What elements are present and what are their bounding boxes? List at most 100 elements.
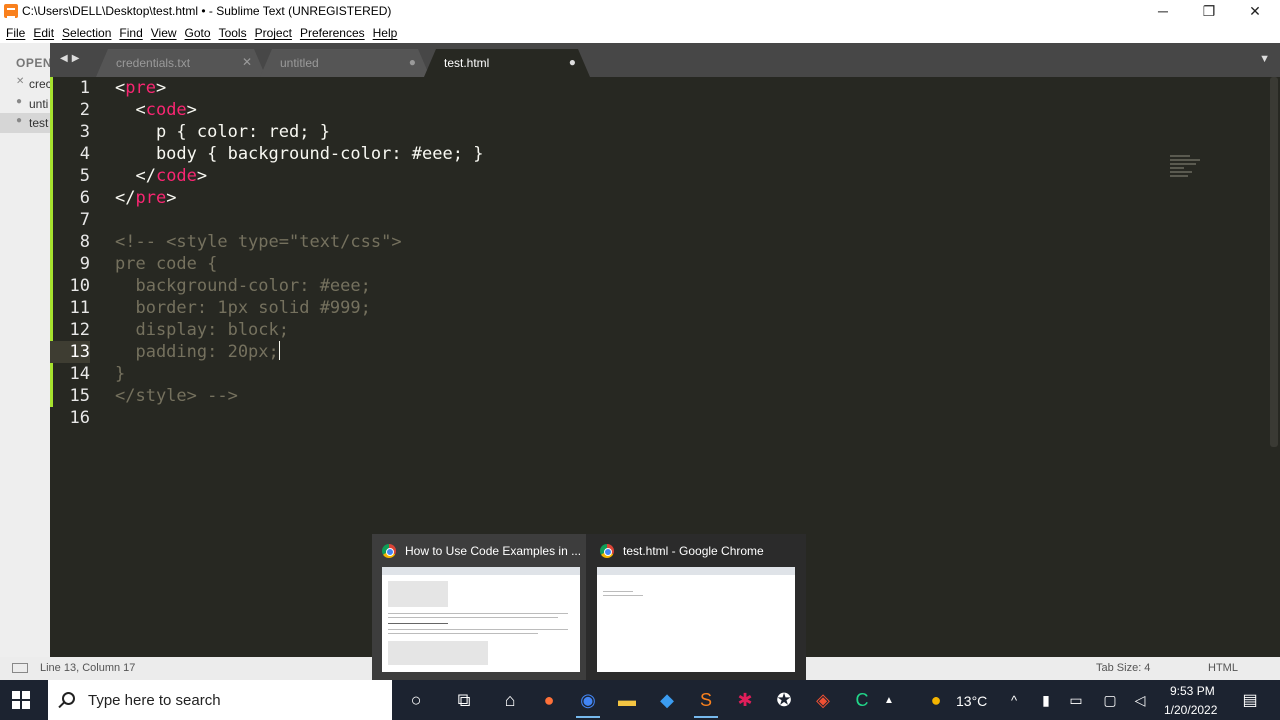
sublime-text-icon — [4, 4, 18, 18]
menu-file[interactable]: File — [4, 23, 31, 43]
code-line[interactable]: 11 border: 1px solid #999; — [50, 297, 1150, 319]
menu-selection[interactable]: Selection — [60, 23, 117, 43]
git-icon[interactable]: ◈ — [809, 686, 837, 714]
sublime-text-taskbar-icon[interactable]: S — [692, 686, 720, 718]
code-token: </ — [115, 166, 156, 186]
maximize-button[interactable]: ❐ — [1186, 0, 1232, 23]
clock-date[interactable]: 1/20/2022 — [1164, 703, 1217, 717]
code-token: code — [155, 166, 197, 186]
code-line[interactable]: 15 </style> --> — [50, 385, 1150, 407]
syntax-mode[interactable]: HTML — [1208, 662, 1238, 674]
code-line[interactable]: 16 — [50, 407, 1150, 429]
clock-time[interactable]: 9:53 PM — [1170, 684, 1215, 698]
sidebar-file-untitled[interactable]: ● unti — [0, 94, 50, 114]
code-token: pre code { — [115, 254, 218, 274]
code-line[interactable]: 5 </code> — [50, 165, 1150, 187]
code-line[interactable]: 2 <code> — [50, 99, 1150, 121]
thumbnail-title: test.html - Google Chrome — [623, 544, 764, 558]
code-text: background-color: #eee; — [115, 275, 370, 297]
task-view-icon[interactable]: ⧉ — [450, 686, 478, 714]
notification-icon[interactable]: ▤ — [1236, 686, 1264, 714]
search-input[interactable] — [88, 680, 378, 720]
network-app-icon[interactable]: ⌂ — [496, 686, 524, 714]
code-line[interactable]: 7 — [50, 209, 1150, 231]
menu-preferences[interactable]: Preferences — [298, 23, 371, 43]
app-icon[interactable]: ✪ — [770, 686, 798, 714]
code-text: pre code { — [115, 253, 217, 275]
file-explorer-icon[interactable]: ▬ — [613, 686, 641, 714]
code-text: border: 1px solid #999; — [115, 297, 370, 319]
code-line[interactable]: 4 body { background-color: #eee; } — [50, 143, 1150, 165]
code-line[interactable]: 8 <!-- <style type="text/css"> — [50, 231, 1150, 253]
volume-icon[interactable]: ◁ — [1126, 686, 1154, 714]
thumbnail-test-html[interactable]: test.html - Google Chrome — [590, 534, 804, 680]
line-number: 12 — [69, 320, 90, 340]
slack-icon[interactable]: ✱ — [731, 686, 759, 714]
code-token: <!-- <style type="text/css"> — [115, 232, 402, 252]
menu-tools[interactable]: Tools — [217, 23, 253, 43]
chrome-taskbar-icon[interactable]: ◉ — [574, 686, 602, 718]
code-token: } — [115, 364, 126, 384]
minimize-button[interactable]: ─ — [1140, 0, 1186, 23]
code-line[interactable]: 13 padding: 20px; — [50, 341, 1150, 363]
pycharm-icon[interactable]: C — [848, 686, 876, 714]
line-number: 1 — [79, 78, 90, 98]
code-token: padding: 20px; — [115, 342, 279, 362]
thumbnail-code-examples[interactable]: How to Use Code Examples in ... — [372, 534, 586, 680]
code-token: > — [166, 188, 177, 208]
vscode-icon[interactable]: ◆ — [653, 686, 681, 714]
code-line[interactable]: 3 p { color: red; } — [50, 121, 1150, 143]
chevron-up-icon[interactable]: ^ — [1000, 686, 1028, 714]
sidebar: OPEN ✕ crec ● unti ● test — [0, 43, 50, 657]
menu-bar: File Edit Selection Find View Goto Tools… — [0, 23, 1280, 43]
tab-modified-icon[interactable]: ● — [409, 55, 416, 69]
menu-view[interactable]: View — [149, 23, 183, 43]
close-button[interactable]: ✕ — [1232, 0, 1278, 23]
minimap[interactable] — [1170, 155, 1210, 185]
weather-temperature[interactable]: 13°C — [956, 693, 987, 709]
menu-find[interactable]: Find — [117, 23, 148, 43]
sidebar-file-credentials[interactable]: ✕ crec — [0, 74, 50, 94]
tab-label: untitled — [280, 56, 319, 70]
line-number: 6 — [79, 188, 90, 208]
cortana-icon[interactable]: ○ — [402, 686, 430, 714]
taskbar-scroll-icon[interactable]: ▲ — [880, 686, 898, 714]
line-number: 15 — [69, 386, 90, 406]
code-line[interactable]: 1 <pre> — [50, 77, 1150, 99]
tab-credentials[interactable]: credentials.txt ✕ — [96, 49, 266, 77]
menu-project[interactable]: Project — [253, 23, 298, 43]
window-title: C:\Users\DELL\Desktop\test.html • - Subl… — [22, 4, 392, 18]
code-token: < — [115, 78, 126, 98]
vertical-scrollbar[interactable] — [1270, 77, 1278, 447]
code-token: > — [196, 166, 208, 186]
menu-goto[interactable]: Goto — [183, 23, 217, 43]
microphone-icon[interactable]: ▮ — [1032, 686, 1060, 714]
chevron-down-icon[interactable]: ▼ — [1259, 53, 1270, 65]
modified-dot-icon: ● — [16, 96, 23, 107]
menu-help[interactable]: Help — [371, 23, 404, 43]
line-number: 13 — [50, 341, 90, 363]
code-line[interactable]: 6 </pre> — [50, 187, 1150, 209]
sidebar-file-label: test — [29, 116, 49, 130]
firefox-icon[interactable]: ● — [535, 686, 563, 714]
line-number: 3 — [79, 122, 90, 142]
tab-untitled[interactable]: untitled ● — [260, 49, 430, 77]
tab-nav-arrows-icon[interactable]: ◀▶ — [60, 53, 83, 64]
close-icon[interactable]: ✕ — [16, 76, 24, 87]
menu-edit[interactable]: Edit — [31, 23, 60, 43]
tab-close-icon[interactable]: ✕ — [242, 55, 252, 69]
line-number: 16 — [69, 408, 90, 428]
code-line[interactable]: 10 background-color: #eee; — [50, 275, 1150, 297]
network-icon[interactable]: ▢ — [1096, 686, 1124, 714]
windows-start-icon[interactable] — [12, 691, 30, 709]
tab-size[interactable]: Tab Size: 4 — [1096, 662, 1150, 674]
tab-test-html[interactable]: test.html ● — [424, 49, 590, 77]
panel-toggle-icon[interactable] — [12, 663, 28, 673]
code-line[interactable]: 14} — [50, 363, 1150, 385]
taskbar-search[interactable] — [48, 680, 392, 720]
sidebar-file-test[interactable]: ● test — [0, 113, 50, 133]
code-line[interactable]: 12 display: block; — [50, 319, 1150, 341]
tab-modified-icon[interactable]: ● — [569, 55, 576, 69]
battery-icon[interactable]: ▭ — [1062, 686, 1090, 714]
code-line[interactable]: 9 pre code { — [50, 253, 1150, 275]
